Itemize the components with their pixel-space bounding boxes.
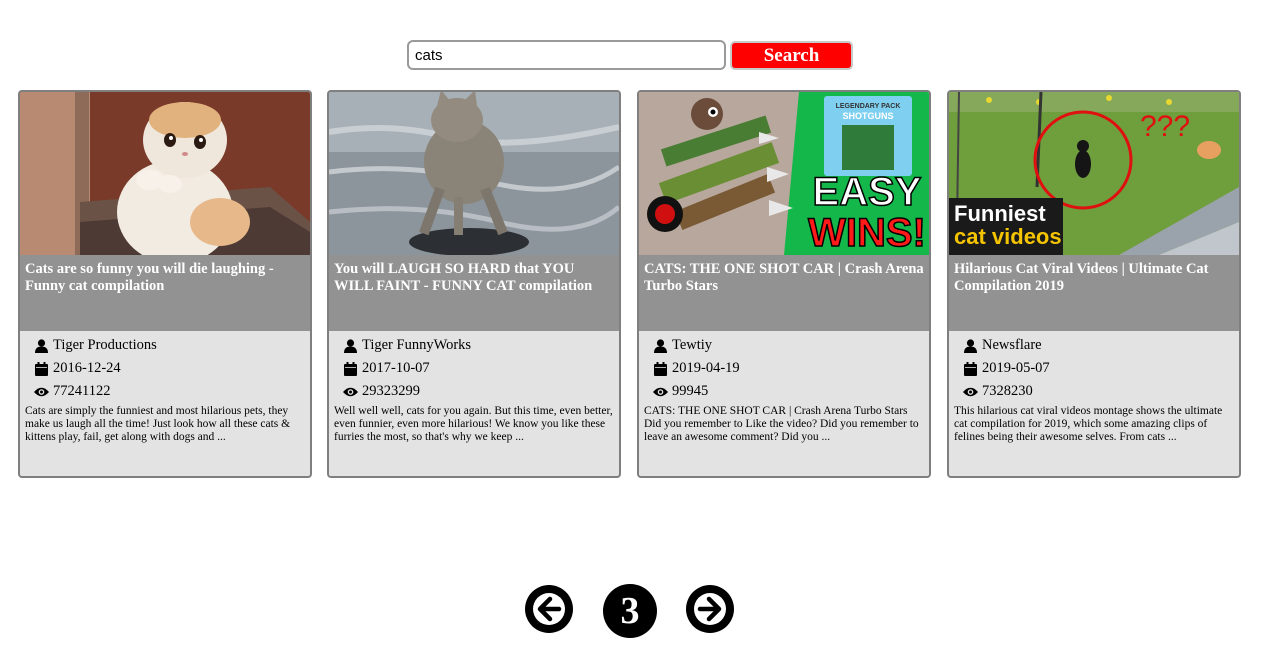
channel-name: Tiger Productions — [53, 337, 157, 353]
video-card[interactable]: Cats are so funny you will die laughing … — [18, 90, 312, 478]
title-band: Hilarious Cat Viral Videos | Ultimate Ca… — [949, 255, 1239, 331]
publish-date: 2019-04-19 — [672, 360, 740, 376]
channel-row: Tewtiy — [653, 337, 712, 354]
date-row: 2016-12-24 — [34, 360, 121, 377]
channel-row: Tiger Productions — [34, 337, 157, 354]
publish-date: 2019-05-07 — [982, 360, 1050, 376]
calendar-icon — [653, 361, 668, 376]
thumb-title-line-2: cat videos — [954, 224, 1062, 249]
search-bar: Search — [407, 40, 854, 70]
thumb-title-line-1: Funniest — [954, 201, 1046, 226]
eye-icon — [963, 384, 978, 399]
video-thumbnail[interactable] — [20, 92, 310, 255]
eye-icon — [653, 384, 668, 399]
eye-icon — [34, 384, 49, 399]
title-band: CATS: THE ONE SHOT CAR | Crash Arena Tur… — [639, 255, 929, 331]
date-row: 2019-05-07 — [963, 360, 1050, 377]
video-thumbnail[interactable]: LEGENDARY PACK SHOTGUNS EASY WINS! — [639, 92, 929, 255]
search-input[interactable] — [407, 40, 726, 70]
video-title[interactable]: Hilarious Cat Viral Videos | Ultimate Ca… — [954, 261, 1234, 295]
view-count: 77241122 — [53, 383, 111, 399]
eye-icon — [343, 384, 358, 399]
video-description: Cats are simply the funniest and most hi… — [25, 405, 291, 443]
calendar-icon — [963, 361, 978, 376]
channel-name: Tewtiy — [672, 337, 713, 353]
video-card[interactable]: You will LAUGH SO HARD that YOU WILL FAI… — [327, 90, 621, 478]
view-count: 29323299 — [362, 383, 420, 399]
thumb-big-text-1: EASY — [813, 170, 922, 214]
channel-name: Tiger FunnyWorks — [362, 337, 472, 353]
views-row: 99945 — [653, 383, 708, 400]
video-thumbnail[interactable] — [329, 92, 619, 255]
thumb-pack-name: SHOTGUNS — [842, 111, 893, 121]
user-icon — [653, 338, 668, 353]
view-count: 7328230 — [982, 383, 1033, 399]
thumb-question-marks: ??? — [1140, 110, 1190, 143]
thumb-big-text-2: WINS! — [808, 211, 926, 255]
views-row: 77241122 — [34, 383, 110, 400]
current-page-indicator: 3 — [603, 584, 657, 638]
video-title[interactable]: You will LAUGH SO HARD that YOU WILL FAI… — [334, 261, 614, 295]
view-count: 99945 — [672, 383, 709, 399]
calendar-icon — [343, 361, 358, 376]
publish-date: 2017-10-07 — [362, 360, 430, 376]
title-band: Cats are so funny you will die laughing … — [20, 255, 310, 331]
user-icon — [34, 338, 49, 353]
video-card[interactable]: LEGENDARY PACK SHOTGUNS EASY WINS! CATS:… — [637, 90, 931, 478]
views-row: 7328230 — [963, 383, 1033, 400]
video-description: Well well well, cats for you again. But … — [334, 405, 613, 443]
calendar-icon — [34, 361, 49, 376]
user-icon — [963, 338, 978, 353]
video-description: CATS: THE ONE SHOT CAR | Crash Arena Tur… — [644, 405, 919, 443]
search-button[interactable]: Search — [730, 41, 853, 70]
arrow-left-icon — [533, 593, 565, 625]
date-row: 2017-10-07 — [343, 360, 430, 377]
channel-row: Newsflare — [963, 337, 1042, 354]
title-band: You will LAUGH SO HARD that YOU WILL FAI… — [329, 255, 619, 331]
arrow-right-icon — [694, 593, 726, 625]
channel-name: Newsflare — [982, 337, 1042, 353]
next-page-button[interactable] — [686, 585, 734, 633]
user-icon — [343, 338, 358, 353]
video-title[interactable]: CATS: THE ONE SHOT CAR | Crash Arena Tur… — [644, 261, 924, 295]
date-row: 2019-04-19 — [653, 360, 740, 377]
video-card[interactable]: ??? Funniest cat videos Hilarious Cat Vi… — [947, 90, 1241, 478]
publish-date: 2016-12-24 — [53, 360, 121, 376]
video-thumbnail[interactable]: ??? Funniest cat videos — [949, 92, 1239, 255]
views-row: 29323299 — [343, 383, 420, 400]
thumb-pack-label: LEGENDARY PACK — [836, 103, 901, 110]
prev-page-button[interactable] — [525, 585, 573, 633]
video-title[interactable]: Cats are so funny you will die laughing … — [25, 261, 305, 295]
channel-row: Tiger FunnyWorks — [343, 337, 471, 354]
video-description: This hilarious cat viral videos montage … — [954, 405, 1223, 443]
